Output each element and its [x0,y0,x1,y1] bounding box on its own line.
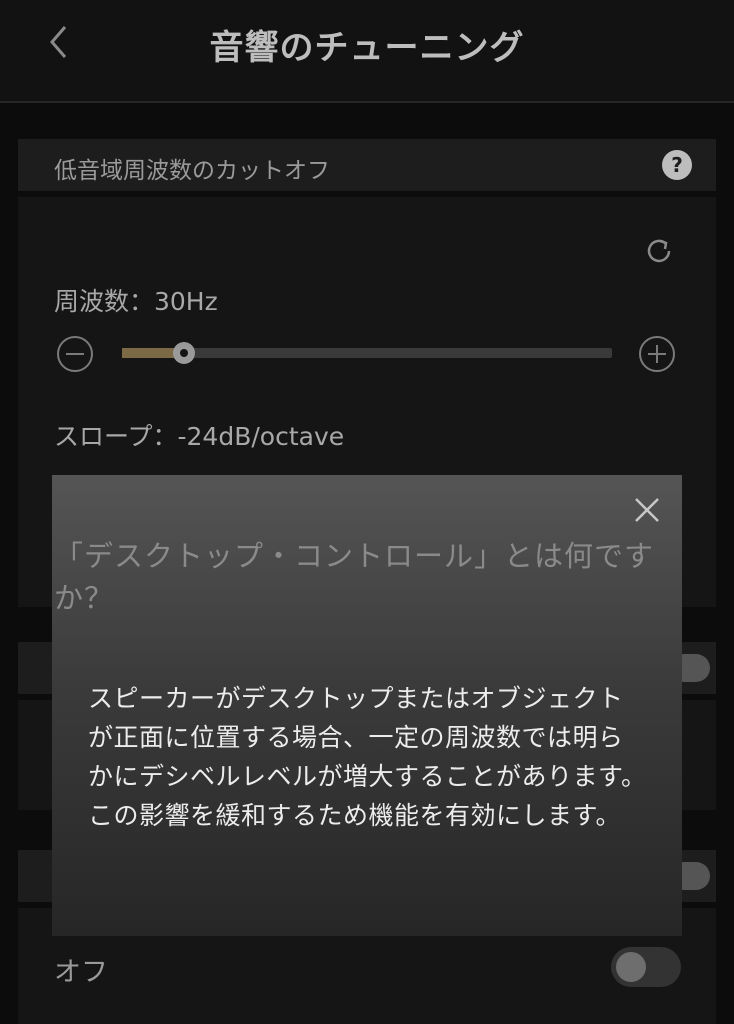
section-header: 低音域周波数のカットオフ ? [18,139,716,191]
toggle-knob [616,952,646,982]
slope-label: スロープ：-24dB/octave [54,422,345,451]
frequency-slider[interactable] [122,342,612,364]
off-label: オフ [54,957,108,988]
question-circle-icon: ? [671,153,683,177]
decrease-frequency-button[interactable] [56,335,94,373]
app-header: 音響のチューニング [0,0,734,103]
increase-frequency-button[interactable] [638,335,676,373]
minus-circle-icon [57,336,93,372]
dialog-title: 「デスクトップ・コントロール」とは何ですか？ [54,539,655,615]
page-title: 音響のチューニング [209,28,525,68]
frequency-label: 周波数：30Hz [54,287,218,316]
dialog-body: スピーカーがデスクトップまたはオブジェクトが正面に位置する場合、一定の周波数では… [88,684,647,830]
close-icon [635,498,659,522]
reset-button[interactable] [643,235,675,267]
off-toggle[interactable] [611,947,681,987]
info-dialog: 「デスクトップ・コントロール」とは何ですか？ スピーカーがデスクトップまたはオブ… [52,475,682,936]
section-title: 低音域周波数のカットオフ [54,158,330,184]
refresh-icon [647,239,671,263]
help-button[interactable]: ? [662,150,692,180]
plus-circle-icon [639,336,675,372]
slider-thumb[interactable] [172,342,195,364]
close-button[interactable] [632,495,662,525]
